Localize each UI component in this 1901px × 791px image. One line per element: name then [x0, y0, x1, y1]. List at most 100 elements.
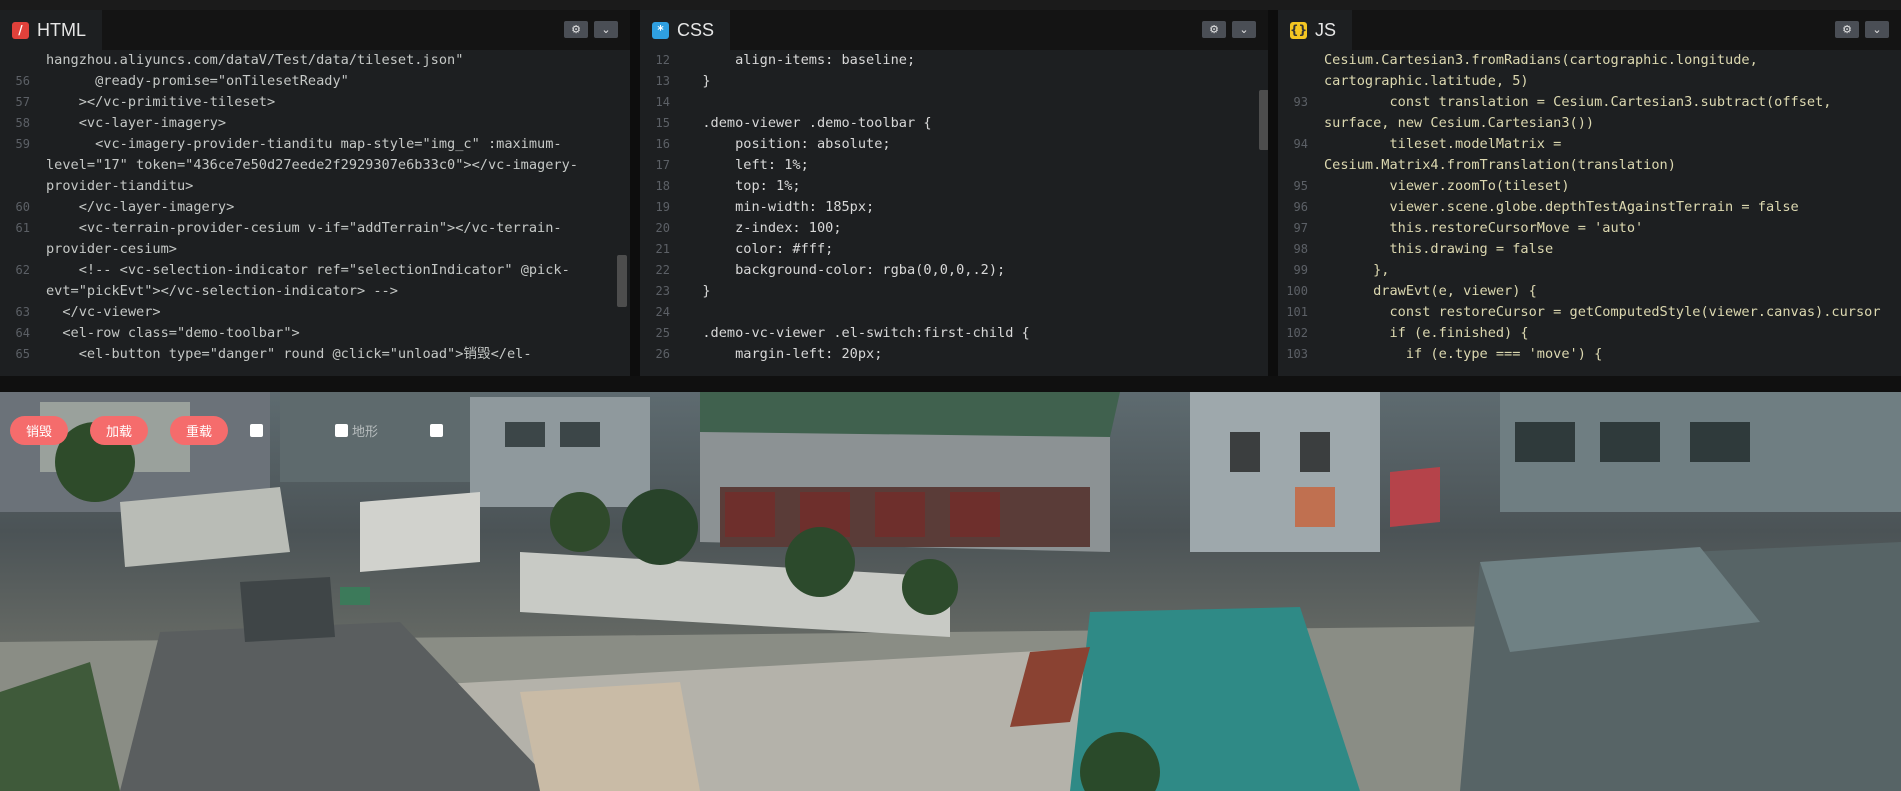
destroy-button[interactable]: 销毁	[10, 416, 69, 445]
line-number: 16	[655, 137, 670, 151]
js-code-editor[interactable]: Cesium.Cartesian3.fromRadians(cartograph…	[1278, 50, 1901, 376]
chevron-down-icon[interactable]: ⌄	[1865, 21, 1889, 38]
tab-html[interactable]: / HTML	[0, 10, 102, 50]
line-number: 100	[1286, 284, 1308, 298]
terrain-toggle[interactable]: 地形	[335, 421, 378, 440]
fold-gutter	[1312, 50, 1324, 92]
code-text: margin-left: 20px;	[686, 346, 883, 362]
photogrammetry-scene	[0, 392, 1901, 791]
css-code-editor[interactable]: 12 align-items: baseline; 13 } 14 15 .demo-…	[640, 50, 1268, 376]
code-text: <vc-layer-imagery>	[46, 115, 227, 131]
gear-icon[interactable]: ⚙	[564, 21, 588, 38]
code-text: @ready-promise="onTilesetReady"	[46, 73, 349, 89]
code-text: <vc-terrain-provider-cesium v-if="addTer…	[46, 220, 562, 257]
code-line: 25 .demo-vc-viewer .el-switch:first-chil…	[640, 323, 1268, 344]
code-text: <vc-imagery-provider-tianditu map-style=…	[46, 136, 578, 194]
fold-gutter	[1312, 302, 1324, 323]
code-text: .demo-viewer .demo-toolbar {	[686, 115, 932, 131]
line-number: 61	[15, 221, 30, 235]
html-file-icon: /	[12, 21, 29, 39]
fold-gutter	[1312, 281, 1324, 302]
code-text: viewer.zoomTo(tileset)	[1324, 178, 1570, 194]
tab-js[interactable]: {} JS	[1278, 10, 1353, 50]
line-number: 102	[1286, 326, 1308, 340]
code-line: 13 }	[640, 71, 1268, 92]
tab-css[interactable]: * CSS	[640, 10, 731, 50]
panel-divider[interactable]	[630, 10, 640, 376]
css-file-icon: *	[652, 21, 669, 39]
load-button[interactable]: 加载	[90, 416, 149, 445]
html-code-editor[interactable]: hangzhou.aliyuncs.com/dataV/Test/data/ti…	[0, 50, 630, 376]
terrain-checkbox[interactable]	[335, 424, 349, 437]
fold-gutter	[34, 50, 46, 71]
toggle-checkbox-1[interactable]	[250, 424, 264, 437]
line-number: 94	[1293, 137, 1308, 151]
html-tab-bar: / HTML ⚙ ⌄	[0, 10, 630, 50]
chevron-down-icon[interactable]: ⌄	[1232, 21, 1256, 38]
js-tab-bar: {} JS ⚙ ⌄	[1278, 10, 1901, 50]
line-number: 24	[655, 305, 670, 319]
line-number: 14	[655, 95, 670, 109]
code-line: 103 if (e.type === 'move') {	[1278, 344, 1901, 365]
panel-divider[interactable]	[1268, 10, 1278, 376]
code-line: 22 background-color: rgba(0,0,0,.2);	[640, 260, 1268, 281]
fold-gutter	[674, 302, 686, 323]
fold-gutter	[674, 113, 686, 134]
code-text: drawEvt(e, viewer) {	[1324, 283, 1537, 299]
code-text: <el-row class="demo-toolbar">	[46, 325, 300, 341]
fold-gutter	[34, 197, 46, 218]
line-number: 101	[1286, 305, 1308, 319]
line-number: 98	[1293, 242, 1308, 256]
code-line: 56 @ready-promise="onTilesetReady"	[0, 71, 630, 92]
fold-gutter	[1312, 218, 1324, 239]
fold-gutter	[674, 218, 686, 239]
line-number: 13	[655, 74, 670, 88]
code-text: <!-- <vc-selection-indicator ref="select…	[46, 262, 570, 299]
chevron-down-icon[interactable]: ⌄	[594, 21, 618, 38]
line-number: 22	[655, 263, 670, 277]
fold-gutter	[34, 260, 46, 302]
code-line: 26 margin-left: 20px;	[640, 344, 1268, 365]
code-line: 62 <!-- <vc-selection-indicator ref="sel…	[0, 260, 630, 302]
line-number: 99	[1293, 263, 1308, 277]
line-number: 103	[1286, 347, 1308, 361]
code-text: viewer.scene.globe.depthTestAgainstTerra…	[1324, 199, 1799, 215]
code-text: if (e.type === 'move') {	[1324, 346, 1603, 362]
js-editor-panel: {} JS ⚙ ⌄ Cesium.Cartesian3.fromRadians(…	[1278, 10, 1901, 376]
cesium-3d-viewer[interactable]: 销毁 加载 重载 地形	[0, 392, 1901, 791]
css-scrollbar-thumb[interactable]	[1259, 90, 1268, 150]
code-line: 99 },	[1278, 260, 1901, 281]
line-number: 60	[15, 200, 30, 214]
reload-button[interactable]: 重载	[170, 416, 229, 445]
code-line: 57 ></vc-primitive-tileset>	[0, 92, 630, 113]
html-scrollbar-thumb[interactable]	[617, 255, 627, 307]
code-text: },	[1324, 262, 1390, 278]
tab-html-label: HTML	[37, 19, 86, 40]
code-line: 60 </vc-layer-imagery>	[0, 197, 630, 218]
gear-icon[interactable]: ⚙	[1202, 21, 1226, 38]
code-line: 64 <el-row class="demo-toolbar">	[0, 323, 630, 344]
fold-gutter	[34, 344, 46, 365]
code-line: 65 <el-button type="danger" round @click…	[0, 344, 630, 365]
line-number: 62	[15, 263, 30, 277]
fold-gutter	[34, 323, 46, 344]
fold-gutter	[1312, 176, 1324, 197]
toggle-checkbox-3[interactable]	[430, 424, 444, 437]
line-number: 58	[15, 116, 30, 130]
line-number: 19	[655, 200, 670, 214]
code-line: 16 position: absolute;	[640, 134, 1268, 155]
fold-gutter	[1312, 344, 1324, 365]
fold-gutter	[674, 344, 686, 365]
line-number: 96	[1293, 200, 1308, 214]
gear-icon[interactable]: ⚙	[1835, 21, 1859, 38]
css-tab-bar: * CSS ⚙ ⌄	[640, 10, 1268, 50]
code-line: 101 const restoreCursor = getComputedSty…	[1278, 302, 1901, 323]
code-text: if (e.finished) {	[1324, 325, 1529, 341]
fold-gutter	[1312, 260, 1324, 281]
fold-gutter	[1312, 323, 1324, 344]
code-line: 61 <vc-terrain-provider-cesium v-if="add…	[0, 218, 630, 260]
line-number: 59	[15, 137, 30, 151]
css-editor-panel: * CSS ⚙ ⌄ 12 align-items: baseline; 13 } 1…	[640, 10, 1268, 376]
